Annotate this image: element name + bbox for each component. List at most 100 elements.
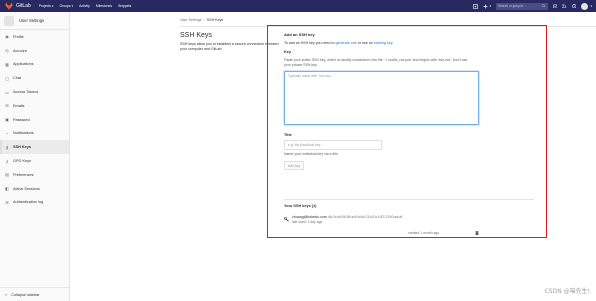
nav-snippets-label: Snippets xyxy=(118,4,132,8)
sidebar-item-label: Applications xyxy=(13,62,34,67)
page-title: SSH Keys xyxy=(180,32,212,39)
preferences-icon: ▤ xyxy=(5,172,9,178)
sidebar-item-label: Chat xyxy=(13,76,22,81)
breadcrumb-parent[interactable]: User Settings xyxy=(180,18,202,22)
title-help-text: Name your individual key via a title xyxy=(284,152,338,156)
list-item: zhuang@kokebu.com 4b:2c:bf:26:56:ed:0d:f… xyxy=(284,215,534,235)
search-icon xyxy=(542,4,546,8)
add-ssh-key-panel: Add an SSH key To add an SSH key you nee… xyxy=(267,25,547,238)
bell-icon: ◔ xyxy=(5,130,9,136)
sidebar-item-label: Authentication log xyxy=(13,200,44,205)
nav-projects[interactable]: Projects ▾ xyxy=(39,4,54,8)
nav-groups-label: Groups xyxy=(59,4,71,8)
sidebar-item-label: Preferences xyxy=(13,172,34,177)
sidebar-item-access-tokens[interactable]: ▭ Access Tokens xyxy=(0,85,69,99)
search-box[interactable] xyxy=(495,2,548,10)
watermark: CSDN @喵先生! xyxy=(544,288,590,295)
sidebar-item-authentication-log[interactable]: ☰ Authentication log xyxy=(0,196,69,210)
intro-text: To add an SSH key you need to xyxy=(284,41,336,45)
issues-icon[interactable] xyxy=(572,3,577,9)
top-navbar: GitLab Projects ▾ Groups ▾ Activity Milest… xyxy=(0,0,596,12)
breadcrumb-current: SSH Keys xyxy=(206,18,224,22)
sidebar-item-label: GPG Keys xyxy=(13,159,31,164)
trash-icon[interactable] xyxy=(475,230,479,236)
section-divider xyxy=(284,199,534,200)
sidebar-title: User Settings xyxy=(19,18,45,23)
token-icon: ▭ xyxy=(5,89,9,95)
account-icon: ◎ xyxy=(5,48,9,54)
sessions-icon: ◧ xyxy=(5,186,9,192)
settings-sidebar: User Settings ◉ Profile ◎ Account ▦ Applicati… xyxy=(0,12,70,301)
nav-groups[interactable]: Groups ▾ xyxy=(60,4,74,8)
ssh-key-created: created 1 month ago xyxy=(408,231,440,235)
sidebar-item-emails[interactable]: ✉ Emails xyxy=(0,99,69,113)
lock-icon: ▣ xyxy=(5,117,9,123)
nav-activity[interactable]: Activity xyxy=(79,4,90,8)
ssh-key-title[interactable]: zhuang@kokebu.com 4b:2c:bf:26:56:ed:0d:f… xyxy=(292,215,402,219)
merge-request-icon[interactable] xyxy=(562,3,567,9)
sidebar-item-ssh-keys[interactable]: ⚷ SSH Keys xyxy=(0,140,69,155)
key-icon xyxy=(284,217,289,222)
brand[interactable]: GitLab xyxy=(5,2,39,10)
chevron-down-icon: ▾ xyxy=(51,4,54,8)
key-icon: ⚷ xyxy=(5,158,9,164)
sidebar-item-label: Profile xyxy=(13,34,24,39)
sidebar-item-label: Account xyxy=(13,48,27,53)
sidebar-item-label: Notifications xyxy=(13,131,34,136)
ssh-keys-heading: Your SSH keys (1) xyxy=(284,204,317,208)
main-content: User Settings › SSH Keys SSH Keys SSH ke… xyxy=(70,12,596,301)
ssh-key-name: zhuang@kokebu.com xyxy=(292,215,327,219)
collapse-icon: « xyxy=(5,292,8,297)
admin-icon[interactable] xyxy=(473,3,479,9)
sidebar-item-active-sessions[interactable]: ◧ Active Sessions xyxy=(0,182,69,196)
breadcrumb: User Settings › SSH Keys xyxy=(180,18,223,22)
nav-milestones[interactable]: Milestones xyxy=(96,4,112,8)
existing-key-link[interactable]: existing key xyxy=(374,41,393,45)
gitlab-logo-icon xyxy=(5,2,13,10)
key-label: Key xyxy=(284,50,291,54)
sidebar-list: ◉ Profile ◎ Account ▦ Applications ▢ Chat ▭ Acces… xyxy=(0,30,69,209)
form-intro: To add an SSH key you need to generate o… xyxy=(284,41,534,45)
sidebar-item-account[interactable]: ◎ Account xyxy=(0,44,69,58)
sidebar-header[interactable]: User Settings xyxy=(0,12,69,30)
title-input[interactable] xyxy=(288,143,378,147)
todo-icon[interactable] xyxy=(553,4,558,9)
log-icon: ☰ xyxy=(5,199,9,205)
sidebar-item-label: SSH Keys xyxy=(13,145,31,150)
nav-milestones-label: Milestones xyxy=(95,4,113,8)
collapse-sidebar-label: Collapse sidebar xyxy=(11,292,40,297)
chevron-down-icon: ▾ xyxy=(489,4,491,8)
plus-icon[interactable]: ▾ xyxy=(483,4,491,9)
sidebar-item-password[interactable]: ▣ Password xyxy=(0,113,69,127)
add-key-button[interactable]: Add key xyxy=(284,161,304,170)
sidebar-item-gpg-keys[interactable]: ⚷ GPG Keys xyxy=(0,154,69,168)
key-textarea[interactable] xyxy=(288,74,475,122)
chevron-down-icon[interactable]: ▾ xyxy=(590,4,592,8)
brand-name: GitLab xyxy=(16,3,31,9)
breadcrumb-separator-icon: › xyxy=(203,18,205,22)
sidebar-item-applications[interactable]: ▦ Applications xyxy=(0,58,69,72)
nav-snippets[interactable]: Snippets xyxy=(118,4,131,8)
intro-text: . xyxy=(392,41,394,45)
nav-projects-label: Projects xyxy=(38,4,51,8)
form-heading: Add an SSH key xyxy=(284,32,315,37)
key-icon: ⚷ xyxy=(5,144,9,150)
navbar-right: ▾ ▾ xyxy=(473,0,596,12)
applications-icon: ▦ xyxy=(5,61,9,67)
generate-one-link[interactable]: generate one xyxy=(336,41,357,45)
title-field[interactable] xyxy=(284,140,382,150)
sidebar-item-label: Active Sessions xyxy=(13,186,40,191)
page-description: SSH keys allow you to establish a secure… xyxy=(180,42,279,52)
sidebar-item-label: Emails xyxy=(13,103,25,108)
user-avatar-icon[interactable] xyxy=(581,2,589,10)
nav-activity-label: Activity xyxy=(79,4,90,8)
key-field[interactable] xyxy=(284,71,479,125)
title-label: Title xyxy=(284,133,292,137)
sidebar-item-preferences[interactable]: ▤ Preferences xyxy=(0,168,69,182)
sidebar-item-notifications[interactable]: ◔ Notifications xyxy=(0,127,69,141)
search-input[interactable] xyxy=(497,4,542,8)
sidebar-item-chat[interactable]: ▢ Chat xyxy=(0,71,69,85)
sidebar-item-profile[interactable]: ◉ Profile xyxy=(0,30,69,44)
collapse-sidebar-button[interactable]: « Collapse sidebar xyxy=(0,287,70,301)
ssh-key-fingerprint: 4b:2c:bf:26:56:ed:0d:fc:21:b2:b1:67:23:f… xyxy=(327,215,403,219)
